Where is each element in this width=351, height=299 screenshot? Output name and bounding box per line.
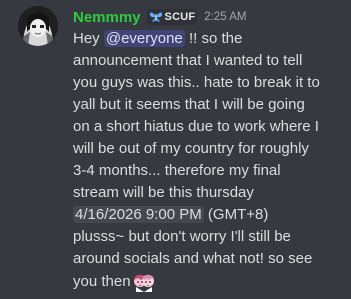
butterfly-icon	[149, 12, 162, 22]
message-timestamp[interactable]: 2:25 AM	[204, 11, 246, 23]
message-line: 4/16/2026 9:00 PM (GMT+8)	[73, 204, 345, 226]
message-line: stream will be this thursday	[73, 184, 254, 201]
message-line: on a short hiatus due to work where I	[73, 118, 319, 135]
username[interactable]: Nemmmy	[73, 9, 141, 26]
server-tag[interactable]: SCUF	[146, 9, 198, 25]
server-tag-label: SCUF	[164, 11, 196, 23]
message-line: around socials and what not! so see	[73, 250, 313, 267]
message-content: Hey @everyone !! so the announcement tha…	[73, 28, 345, 292]
text-segment: you then	[73, 273, 131, 290]
text-segment: (GMT+8)	[203, 206, 269, 223]
message-line: announcement that I wanted to tell	[73, 52, 303, 69]
anime-girls-emoji[interactable]	[133, 270, 155, 292]
message-line: plusss~ but don't worry I'll still be	[73, 228, 291, 245]
message-line: yall but it seems that I will be going	[73, 96, 305, 113]
message-line: 3-4 months... therefore my final	[73, 162, 281, 179]
message-header: Nemmmy SCUF 2:25 AM	[73, 7, 246, 27]
message-line: Hey @everyone !! so the	[73, 28, 345, 50]
message-line: you guys was this.. hate to break it to	[73, 74, 320, 91]
timestamp-pill[interactable]: 4/16/2026 9:00 PM	[73, 206, 204, 223]
message-line: you then	[73, 270, 345, 292]
message-line: will be out of my country for roughly	[73, 140, 309, 157]
chat-message: Nemmmy SCUF 2:25 AM Hey @everyone !! so …	[0, 0, 351, 292]
text-segment: Hey	[73, 30, 104, 47]
text-segment: !! so the	[184, 30, 243, 47]
avatar[interactable]	[18, 6, 58, 46]
everyone-mention[interactable]: @everyone	[103, 30, 185, 47]
